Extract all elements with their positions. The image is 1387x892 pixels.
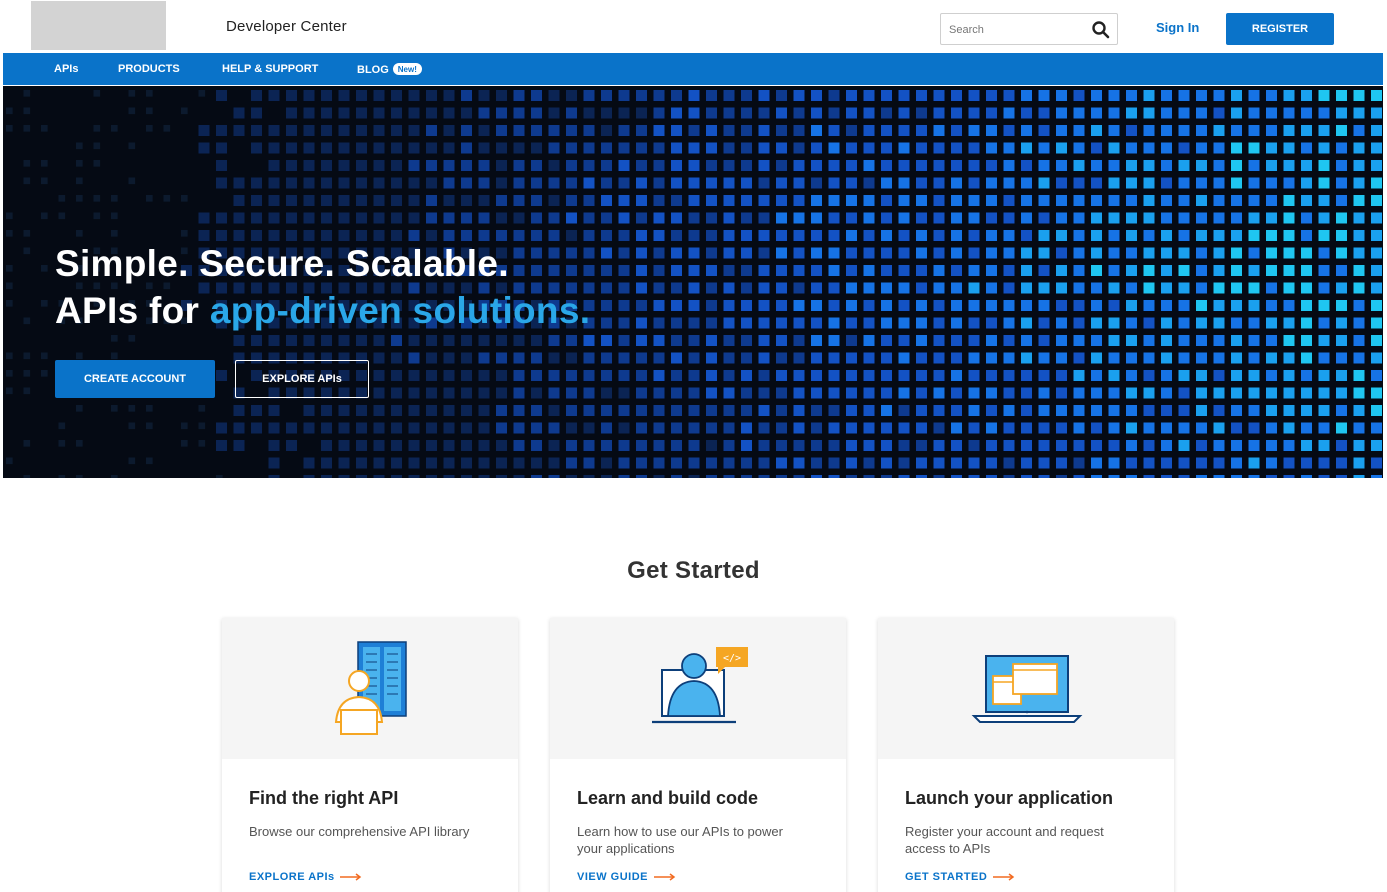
top-header: Developer Center Sign In REGISTER [0, 0, 1387, 53]
card-learn-build[interactable]: </> Learn and build code Learn how to us… [550, 618, 846, 892]
hero-line-1: Simple. Secure. Scalable. [55, 243, 509, 284]
card-description: Register your account and request access… [905, 824, 1104, 856]
card-link-label: VIEW GUIDE [577, 871, 649, 883]
hero-line-2-accent: app-driven solutions. [209, 290, 591, 331]
arrow-right-icon [340, 873, 362, 881]
card-find-api[interactable]: Find the right API Browse our comprehens… [222, 618, 518, 892]
explore-apis-button[interactable]: EXPLORE APIs [235, 360, 369, 398]
card-illustration [878, 618, 1174, 759]
register-button[interactable]: REGISTER [1226, 13, 1334, 45]
card-description: Browse our comprehensive API library [249, 824, 470, 839]
card-illustration [222, 618, 518, 759]
hero-headline: Simple. Secure. Scalable. APIs for app-d… [55, 240, 590, 334]
arrow-right-icon [653, 873, 675, 881]
get-started-link[interactable]: GET STARTED [905, 871, 1015, 883]
sign-in-link[interactable]: Sign In [1156, 20, 1199, 35]
hero-banner: Simple. Secure. Scalable. APIs for app-d… [3, 86, 1383, 478]
search-input[interactable] [949, 20, 1089, 40]
new-badge: New! [392, 63, 422, 75]
main-nav: APIs PRODUCTS HELP & SUPPORT BLOG New! [3, 53, 1383, 85]
developer-laptop-icon: </> [652, 647, 748, 724]
company-logo[interactable] [31, 1, 166, 50]
server-person-icon [334, 641, 407, 735]
explore-apis-link[interactable]: EXPLORE APIs [249, 871, 362, 883]
nav-item-blog-label: BLOG [357, 64, 389, 76]
hero-line-2: APIs for app-driven solutions. [55, 287, 590, 334]
view-guide-link[interactable]: VIEW GUIDE [577, 871, 676, 883]
site-title: Developer Center [226, 18, 347, 35]
card-link-label: GET STARTED [905, 871, 988, 883]
nav-item-products[interactable]: PRODUCTS [118, 63, 180, 75]
card-link-label: EXPLORE APIs [249, 871, 335, 883]
card-title: Learn and build code [577, 788, 759, 808]
nav-item-apis[interactable]: APIs [54, 63, 78, 75]
svg-text:</>: </> [723, 653, 741, 664]
search-icon[interactable] [1091, 20, 1111, 40]
card-illustration: </> [550, 618, 846, 759]
card-description: Learn how to use our APIs to power your … [577, 824, 783, 856]
nav-item-help-support[interactable]: HELP & SUPPORT [222, 63, 318, 75]
nav-item-blog[interactable]: BLOG New! [357, 63, 422, 76]
laptop-windows-icon [971, 655, 1083, 723]
card-title: Launch your application [905, 788, 1114, 808]
search-box [940, 13, 1118, 45]
get-started-title: Get Started [627, 557, 760, 584]
card-launch-app[interactable]: Launch your application Register your ac… [878, 618, 1174, 892]
hero-line-2-prefix: APIs for [55, 290, 210, 331]
create-account-button[interactable]: CREATE ACCOUNT [55, 360, 215, 398]
arrow-right-icon [992, 873, 1015, 881]
card-title: Find the right API [249, 788, 399, 808]
